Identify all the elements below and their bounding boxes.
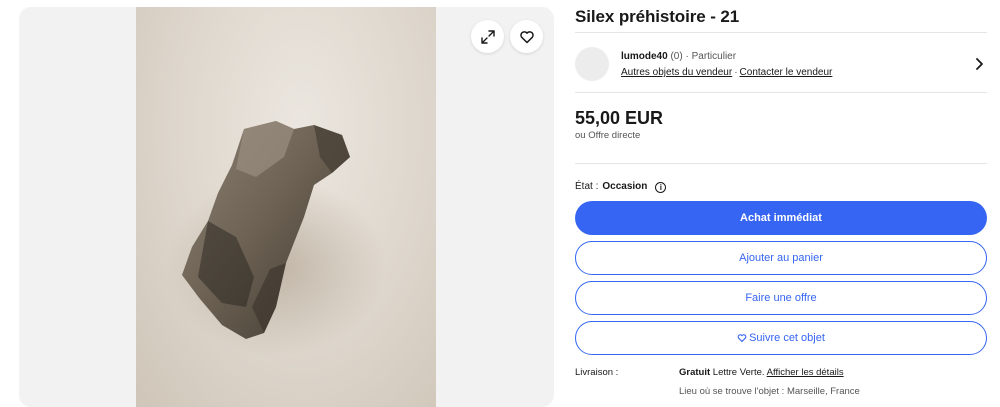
watch-item-button[interactable]: Suivre cet objet [575,321,987,355]
item-location: Lieu où se trouve l'objet : Marseille, F… [679,386,860,397]
condition-value: Occasion [602,181,648,192]
seller-avatar[interactable] [575,47,609,81]
expand-button[interactable] [471,20,504,53]
make-offer-button[interactable]: Faire une offre [575,281,987,315]
item-title: Silex préhistoire - 21 [575,7,740,26]
heart-icon [737,334,747,342]
other-items-link[interactable]: Autres objets du vendeur [621,67,732,78]
chevron-right-icon[interactable] [973,57,985,71]
buy-now-button[interactable]: Achat immédiat [575,201,987,235]
seller-card[interactable]: lumode40 (0) · Particulier Autres objets… [575,37,987,92]
heart-icon [519,30,534,43]
link-separator: · [734,67,738,78]
contact-seller-link[interactable]: Contacter le vendeur [740,67,833,78]
seller-feedback: (0) [670,51,683,62]
divider [575,163,987,164]
flint-stone-image [166,121,386,357]
price-block: 55,00 EUR ou Offre directe [575,93,987,163]
item-price: 55,00 EUR [575,108,664,128]
watch-item-label: Suivre cet objet [749,332,825,344]
divider [575,32,987,33]
best-offer-note: ou Offre directe [575,130,641,141]
condition-label: État : [575,181,599,192]
expand-icon [480,29,495,44]
condition-row: État : Occasion i [575,180,987,194]
watch-heart-button[interactable] [510,20,543,53]
seller-links: Autres objets du vendeur · Contacter le ve… [621,66,832,79]
seller-name[interactable]: lumode40 [621,51,668,62]
info-icon[interactable]: i [655,181,667,193]
shipping-details-link[interactable]: Afficher les détails [767,367,844,378]
shipping-free: Gratuit [679,367,711,378]
add-to-cart-button[interactable]: Ajouter au panier [575,241,987,275]
shipping-details: Gratuit Lettre Verte. Afficher les détai… [679,366,844,379]
shipping-label: Livraison : [575,367,619,378]
image-gallery[interactable] [19,7,554,407]
seller-type: Particulier [691,51,737,62]
shipping-method: Lettre Verte. [710,367,767,378]
listing-info: Silex préhistoire - 21 lumode40 (0) · Pa… [575,0,987,397]
seller-type-separator: · [682,51,692,62]
product-photo[interactable] [136,7,436,407]
seller-name-line: lumode40 (0) · Particulier [621,50,736,63]
